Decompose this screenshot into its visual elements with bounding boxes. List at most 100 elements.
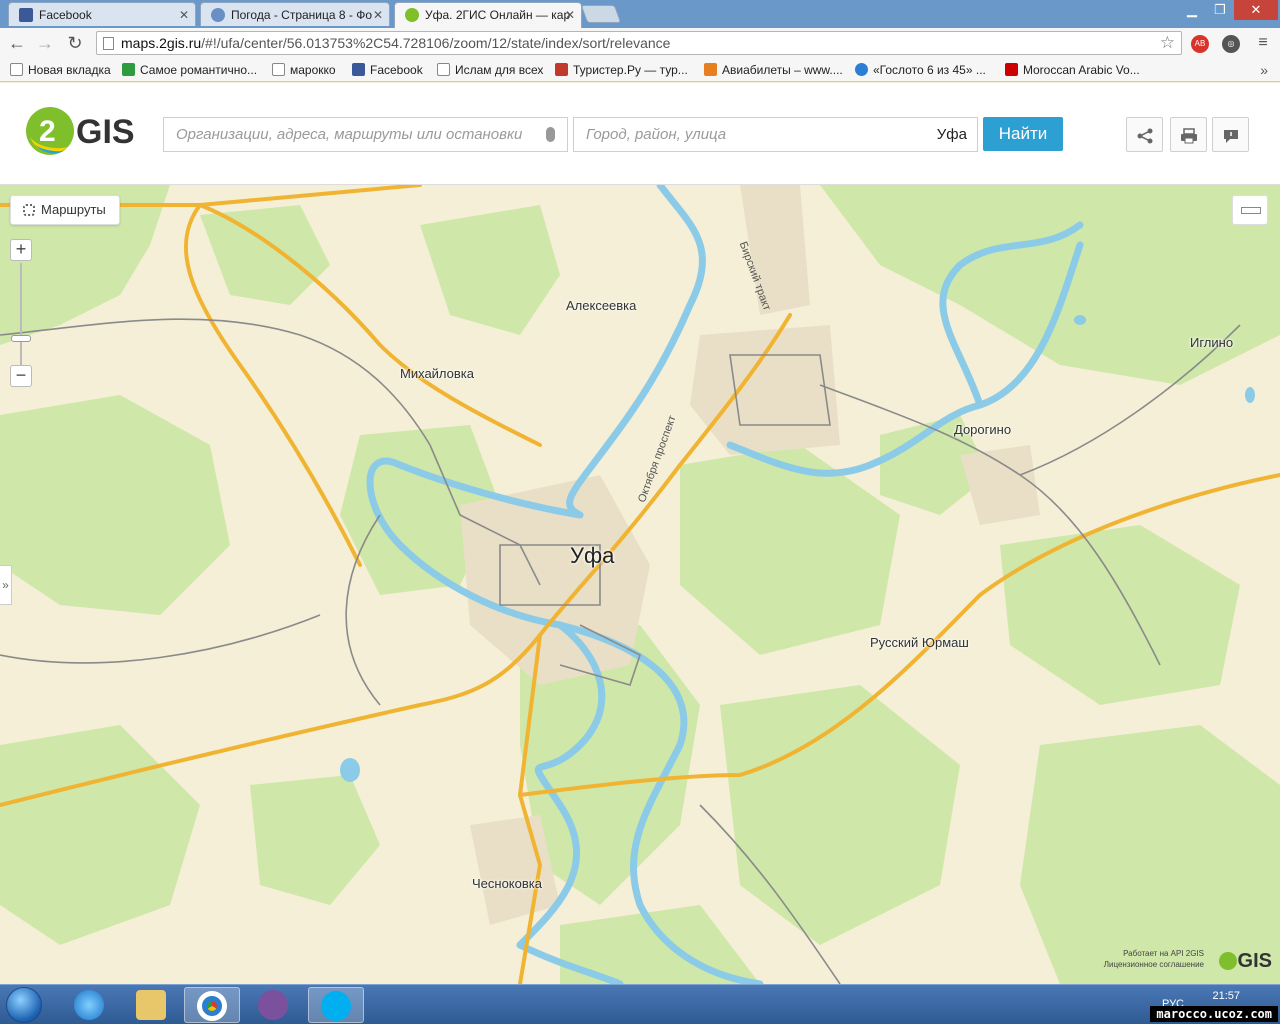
window-close-icon[interactable]: ✕ xyxy=(1234,0,1278,20)
map-layer xyxy=(0,185,1280,984)
page-icon xyxy=(437,63,450,76)
skype-icon xyxy=(321,991,351,1021)
search-placeholder: Организации, адреса, маршруты или остано… xyxy=(176,126,523,143)
back-arrow-icon[interactable]: ← xyxy=(6,32,28,54)
route-icon xyxy=(23,204,35,216)
city-value: Уфа xyxy=(936,126,967,143)
place-label-ufa[interactable]: Уфа xyxy=(570,543,614,569)
browser-titlebar: Facebook ✕ Погода - Страница 8 - Фо ✕ Уф… xyxy=(0,0,1280,28)
clock[interactable]: 21:57 xyxy=(1212,990,1240,1002)
reload-icon[interactable]: ↻ xyxy=(64,32,86,54)
city-placeholder: Город, район, улица xyxy=(586,126,727,143)
place-label-russkiy-yurmash[interactable]: Русский Юрмаш xyxy=(870,635,969,650)
taskbar-ie[interactable] xyxy=(62,987,118,1023)
tab-weather[interactable]: Погода - Страница 8 - Фо ✕ xyxy=(200,2,390,26)
bookmark-item[interactable]: Moroccan Arabic Vo... xyxy=(1005,58,1140,82)
license-link[interactable]: Лицензионное соглашение xyxy=(1104,959,1204,970)
microphone-icon[interactable] xyxy=(546,127,555,142)
close-icon[interactable]: ✕ xyxy=(565,3,575,27)
share-button[interactable] xyxy=(1126,117,1163,152)
feedback-button[interactable] xyxy=(1212,117,1249,152)
internet-explorer-icon xyxy=(74,990,104,1020)
zoom-control: + − xyxy=(10,239,32,389)
lottery-icon xyxy=(855,63,868,76)
start-button[interactable] xyxy=(6,987,42,1023)
folder-icon xyxy=(136,990,166,1020)
menu-icon[interactable]: ≡ xyxy=(1252,32,1274,54)
svg-text:GIS: GIS xyxy=(76,113,135,151)
close-icon[interactable]: ✕ xyxy=(179,3,189,26)
bookmark-item[interactable]: Авиабилеты – www.... xyxy=(704,58,843,82)
extension-icon[interactable]: ◎ xyxy=(1222,35,1240,53)
new-tab-button[interactable] xyxy=(580,5,622,23)
place-label-chesnokovka[interactable]: Чесноковка xyxy=(472,876,542,891)
minimize-icon[interactable]: ▁ xyxy=(1178,0,1206,20)
bookmark-item[interactable]: «Гослото 6 из 45» ... xyxy=(855,58,986,82)
bookmark-star-icon[interactable]: ☆ xyxy=(1160,32,1175,54)
windows-taskbar: РУС 21:57 marocco.ucoz.com xyxy=(0,984,1280,1024)
print-button[interactable] xyxy=(1170,117,1207,152)
bookmarks-more-button[interactable]: » xyxy=(1260,58,1268,82)
forum-icon xyxy=(211,8,225,22)
zoom-out-button[interactable]: − xyxy=(10,365,32,387)
ruler-icon xyxy=(1241,207,1261,214)
bookmark-item[interactable]: Новая вкладка xyxy=(10,58,111,82)
2gis-favicon-icon xyxy=(405,8,419,22)
2gis-logo[interactable]: 2 GIS xyxy=(24,103,144,159)
facebook-icon xyxy=(352,63,365,76)
tab-label: Facebook xyxy=(39,8,92,22)
search-input[interactable]: Организации, адреса, маршруты или остано… xyxy=(163,117,568,152)
adblock-icon[interactable]: AB xyxy=(1191,35,1209,53)
side-panel-toggle[interactable]: » xyxy=(0,565,12,605)
map-canvas[interactable]: Маршруты + − » Уфа Алексеевка Михайловка… xyxy=(0,185,1280,984)
tab-label: Уфа. 2ГИС Онлайн — кар xyxy=(425,8,571,22)
taskbar-viber[interactable] xyxy=(246,987,302,1023)
forward-arrow-icon[interactable]: → xyxy=(34,32,56,54)
zoom-in-button[interactable]: + xyxy=(10,239,32,261)
zoom-slider-handle[interactable] xyxy=(11,335,31,342)
gift-icon xyxy=(555,63,568,76)
zoom-slider-track[interactable] xyxy=(20,263,22,365)
url-text: maps.2gis.ru/#!/ufa/center/56.013753%2C5… xyxy=(121,35,671,51)
speech-bubble-icon xyxy=(1224,130,1238,143)
facebook-icon xyxy=(19,8,33,22)
city-input[interactable]: Город, район, улица Уфа xyxy=(573,117,978,152)
bookmark-item[interactable]: Самое романтично... xyxy=(122,58,257,82)
address-bar[interactable]: maps.2gis.ru/#!/ufa/center/56.013753%2C5… xyxy=(96,31,1182,55)
place-label-dorogino[interactable]: Дорогино xyxy=(954,422,1011,437)
browser-toolbar: ← → ↻ maps.2gis.ru/#!/ufa/center/56.0137… xyxy=(0,28,1280,58)
bookmark-item[interactable]: Ислам для всех xyxy=(437,58,543,82)
bookmarks-bar: Новая вкладка Самое романтично... марокк… xyxy=(0,58,1280,82)
watermark: marocco.ucoz.com xyxy=(1150,1006,1278,1022)
page-icon xyxy=(103,37,114,50)
ruler-button[interactable] xyxy=(1232,195,1268,225)
map-attribution: Работает на API 2GIS Лицензионное соглаш… xyxy=(1092,946,1272,978)
2gis-logo-icon xyxy=(1218,952,1237,970)
tab-label: Погода - Страница 8 - Фо xyxy=(231,8,373,22)
place-label-iglino[interactable]: Иглино xyxy=(1190,335,1233,350)
tab-facebook[interactable]: Facebook ✕ xyxy=(8,2,196,26)
page-icon xyxy=(272,63,285,76)
plane-icon xyxy=(704,63,717,76)
2gis-attribution-logo[interactable]: GIS xyxy=(1218,946,1272,976)
svg-text:2: 2 xyxy=(39,115,56,148)
place-label-alekseevka[interactable]: Алексеевка xyxy=(566,298,636,313)
taskbar-explorer[interactable] xyxy=(124,987,180,1023)
routes-button[interactable]: Маршруты xyxy=(10,195,120,225)
clover-icon xyxy=(122,63,135,76)
restore-icon[interactable]: ❐ xyxy=(1206,0,1234,20)
chrome-icon xyxy=(197,991,227,1021)
page-icon xyxy=(10,63,23,76)
youtube-icon xyxy=(1005,63,1018,76)
close-icon[interactable]: ✕ xyxy=(373,3,383,26)
tab-2gis[interactable]: Уфа. 2ГИС Онлайн — кар ✕ xyxy=(394,2,582,28)
find-button[interactable]: Найти xyxy=(983,117,1063,151)
share-icon xyxy=(1137,128,1153,144)
place-label-mikhailovka[interactable]: Михайловка xyxy=(400,366,474,381)
taskbar-chrome[interactable] xyxy=(184,987,240,1023)
viber-icon xyxy=(258,990,288,1020)
bookmark-item[interactable]: Туристер.Ру — тур... xyxy=(555,58,688,82)
bookmark-item[interactable]: Facebook xyxy=(352,58,423,82)
taskbar-skype[interactable] xyxy=(308,987,364,1023)
bookmark-item[interactable]: марокко xyxy=(272,58,336,82)
